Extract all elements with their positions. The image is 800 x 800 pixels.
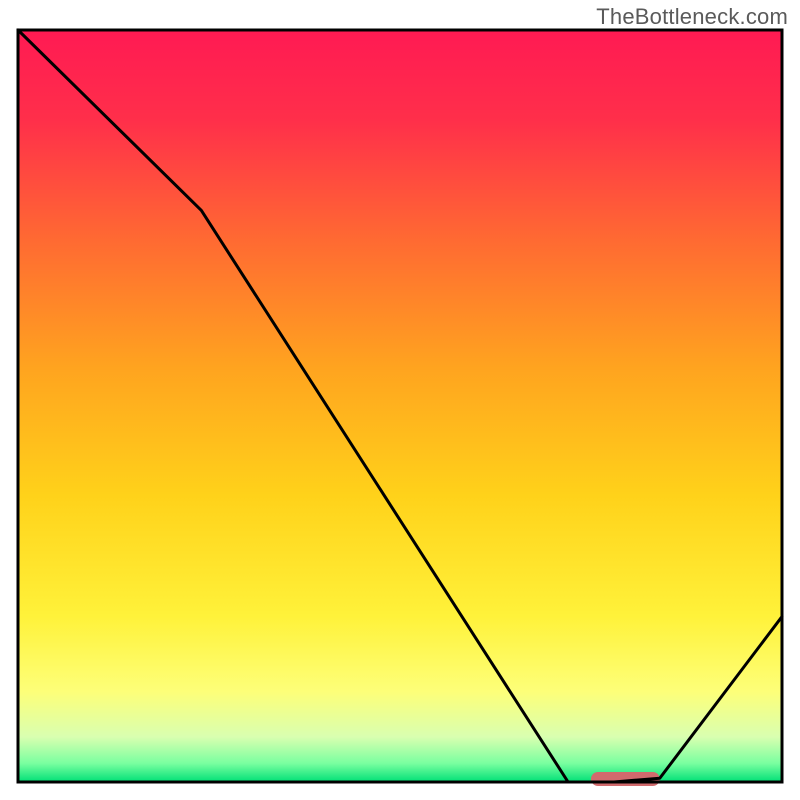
bottleneck-chart xyxy=(0,0,800,800)
chart-container: TheBottleneck.com xyxy=(0,0,800,800)
